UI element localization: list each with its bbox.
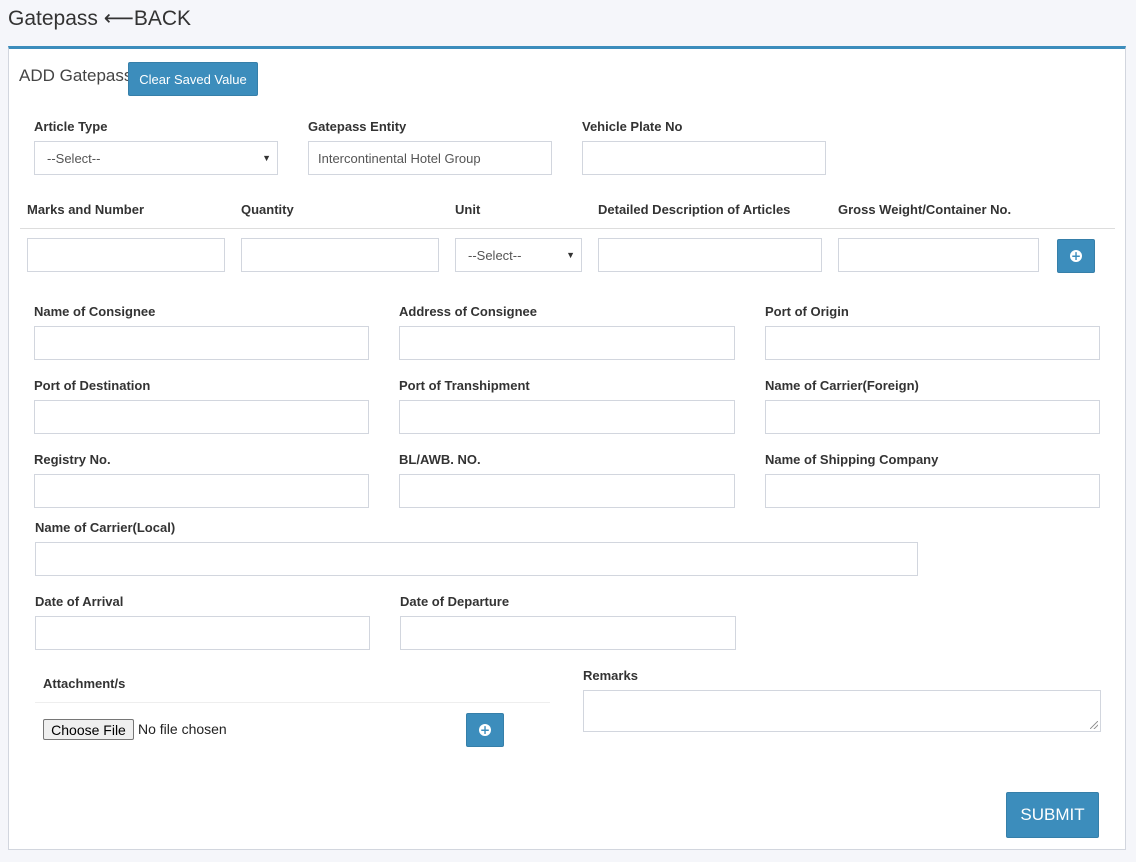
unit-header: Unit (455, 202, 481, 217)
quantity-input[interactable] (241, 238, 439, 272)
port-of-transhipment-label: Port of Transhipment (399, 378, 530, 393)
add-article-button[interactable]: + (1057, 239, 1095, 273)
name-of-shipping-company-label: Name of Shipping Company (765, 452, 939, 467)
article-type-label: Article Type (34, 119, 108, 134)
clear-saved-value-button[interactable]: Clear Saved Value (128, 62, 258, 96)
vehicle-plate-label: Vehicle Plate No (582, 119, 683, 134)
gross-weight-input[interactable] (838, 238, 1039, 272)
port-of-origin-label: Port of Origin (765, 304, 849, 319)
remarks-textarea[interactable] (583, 690, 1101, 732)
name-of-carrier-local-label: Name of Carrier(Local) (35, 520, 176, 535)
quantity-header: Quantity (241, 202, 294, 217)
name-of-carrier-local-input[interactable] (35, 542, 918, 576)
name-of-carrier-foreign-label: Name of Carrier(Foreign) (765, 378, 919, 393)
choose-file-button[interactable]: Choose File (43, 719, 134, 740)
box-title: ADD Gatepass (19, 66, 133, 85)
date-of-arrival-input[interactable] (35, 616, 370, 650)
port-of-transhipment-input[interactable] (399, 400, 735, 434)
marks-and-number-header: Marks and Number (27, 202, 145, 217)
no-file-chosen-text: No file chosen (138, 721, 227, 737)
date-of-departure-input[interactable] (400, 616, 736, 650)
remarks-label: Remarks (583, 668, 638, 683)
gross-weight-header: Gross Weight/Container No. (838, 202, 1012, 217)
registry-no-input[interactable] (34, 474, 369, 508)
table-divider (20, 228, 1115, 229)
name-of-consignee-input[interactable] (34, 326, 369, 360)
port-of-destination-input[interactable] (34, 400, 369, 434)
resize-handle-icon[interactable] (1090, 721, 1098, 729)
address-of-consignee-label: Address of Consignee (399, 304, 537, 319)
back-link[interactable]: ⟵BACK (104, 7, 191, 30)
date-of-arrival-label: Date of Arrival (35, 594, 124, 609)
port-of-destination-label: Port of Destination (34, 378, 151, 393)
gatepass-entity-input[interactable]: Intercontinental Hotel Group (308, 141, 552, 175)
article-type-value: --Select-- (47, 150, 101, 166)
attachments-divider (35, 702, 550, 703)
bl-awb-no-input[interactable] (399, 474, 735, 508)
bl-awb-no-label: BL/AWB. NO. (399, 452, 481, 467)
plus-circle-icon: + (479, 723, 491, 737)
page-title-text: Gatepass (8, 7, 98, 30)
gatepass-entity-value: Intercontinental Hotel Group (318, 150, 481, 166)
name-of-carrier-foreign-input[interactable] (765, 400, 1100, 434)
submit-button[interactable]: SUBMIT (1006, 792, 1099, 838)
unit-value: --Select-- (468, 247, 522, 263)
marks-and-number-input[interactable] (27, 238, 225, 272)
name-of-shipping-company-input[interactable] (765, 474, 1100, 508)
unit-select[interactable]: --Select-- ▼ (455, 238, 582, 272)
address-of-consignee-input[interactable] (399, 326, 735, 360)
add-attachment-button[interactable]: + (466, 713, 504, 747)
plus-circle-icon: + (1070, 249, 1082, 263)
port-of-origin-input[interactable] (765, 326, 1100, 360)
gatepass-entity-label: Gatepass Entity (308, 119, 407, 134)
date-of-departure-label: Date of Departure (400, 594, 510, 609)
vehicle-plate-input[interactable] (582, 141, 826, 175)
description-header: Detailed Description of Articles (598, 202, 791, 217)
page-title: Gatepass ⟵BACK (8, 6, 191, 31)
article-type-select[interactable]: --Select-- ▼ (34, 141, 278, 175)
registry-no-label: Registry No. (34, 452, 111, 467)
chevron-down-icon: ▼ (566, 250, 575, 260)
name-of-consignee-label: Name of Consignee (34, 304, 156, 319)
description-input[interactable] (598, 238, 822, 272)
chevron-down-icon: ▼ (262, 153, 271, 163)
attachments-label: Attachment/s (43, 676, 126, 691)
